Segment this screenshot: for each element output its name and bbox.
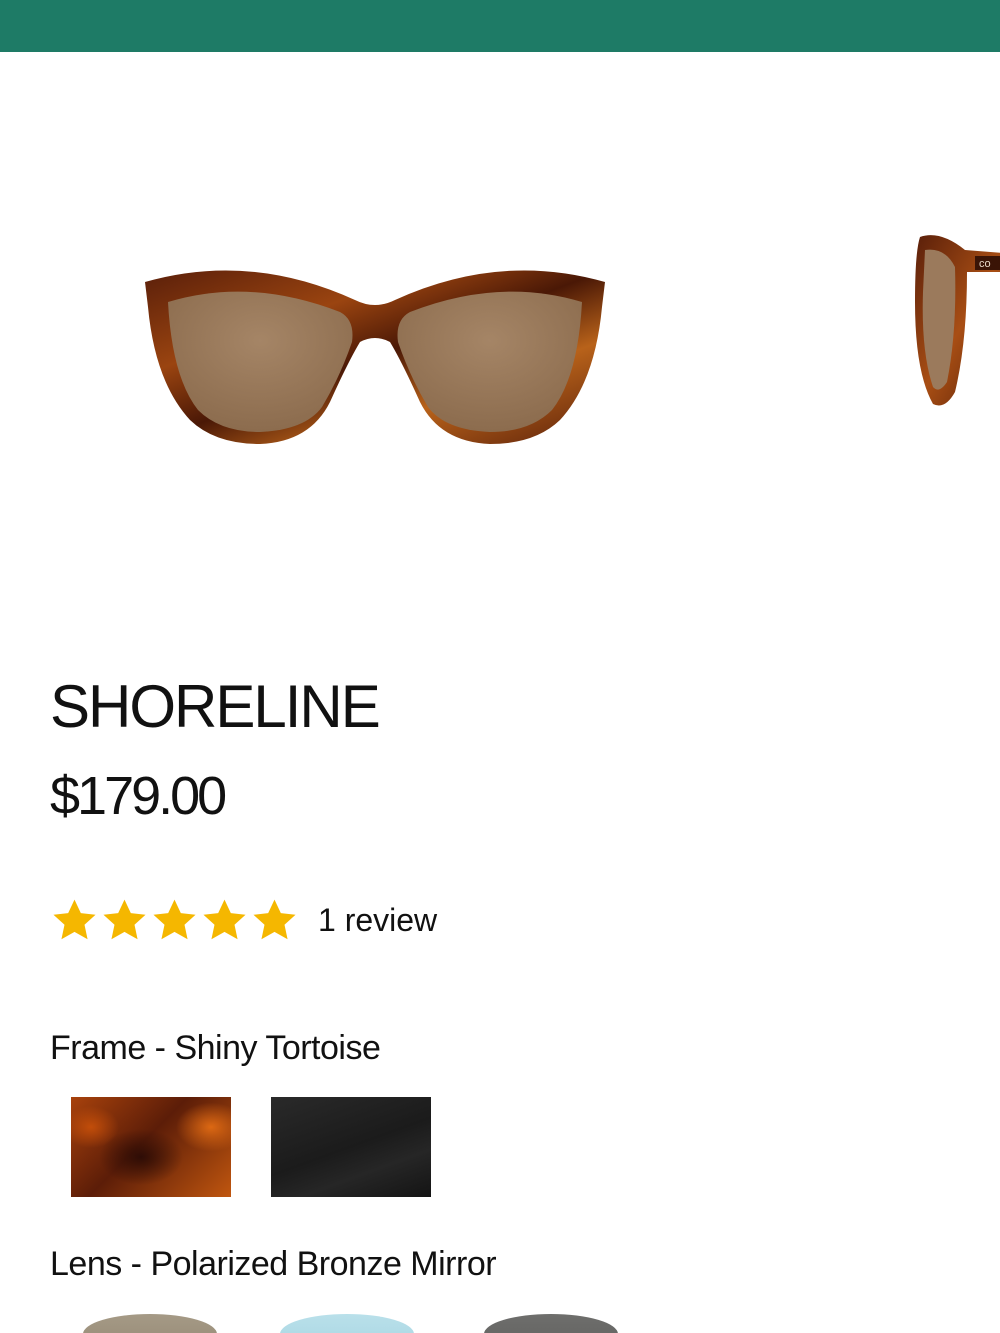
product-rating: 1 review <box>50 892 437 948</box>
star-icon <box>53 899 96 939</box>
frame-swatch-black[interactable] <box>271 1097 431 1197</box>
star-icon <box>103 899 146 939</box>
frame-swatch-shiny-tortoise[interactable] <box>71 1097 231 1197</box>
star-icon <box>203 899 246 939</box>
review-count-link[interactable]: 1 review <box>318 900 437 940</box>
lens-swatch-blue[interactable] <box>280 1314 414 1333</box>
lens-swatch-row <box>0 1310 1000 1333</box>
star-icon <box>253 899 296 939</box>
sunglasses-side-image: co <box>915 235 1000 406</box>
product-image-carousel[interactable]: co <box>0 52 1000 612</box>
temple-brand-text: co <box>979 258 991 270</box>
product-price: $179.00 <box>50 766 227 826</box>
product-title: SHORELINE <box>50 673 381 740</box>
star-icon <box>153 899 196 939</box>
lens-swatch-gray[interactable] <box>484 1314 618 1333</box>
lens-option-label: Lens - Polarized Bronze Mirror <box>50 1245 497 1283</box>
star-rating[interactable] <box>50 896 300 945</box>
frame-option-label: Frame - Shiny Tortoise <box>50 1029 381 1067</box>
sunglasses-front-image <box>145 270 605 444</box>
lens-swatch-bronze-mirror[interactable] <box>83 1314 217 1333</box>
top-banner-bar <box>0 0 1000 52</box>
